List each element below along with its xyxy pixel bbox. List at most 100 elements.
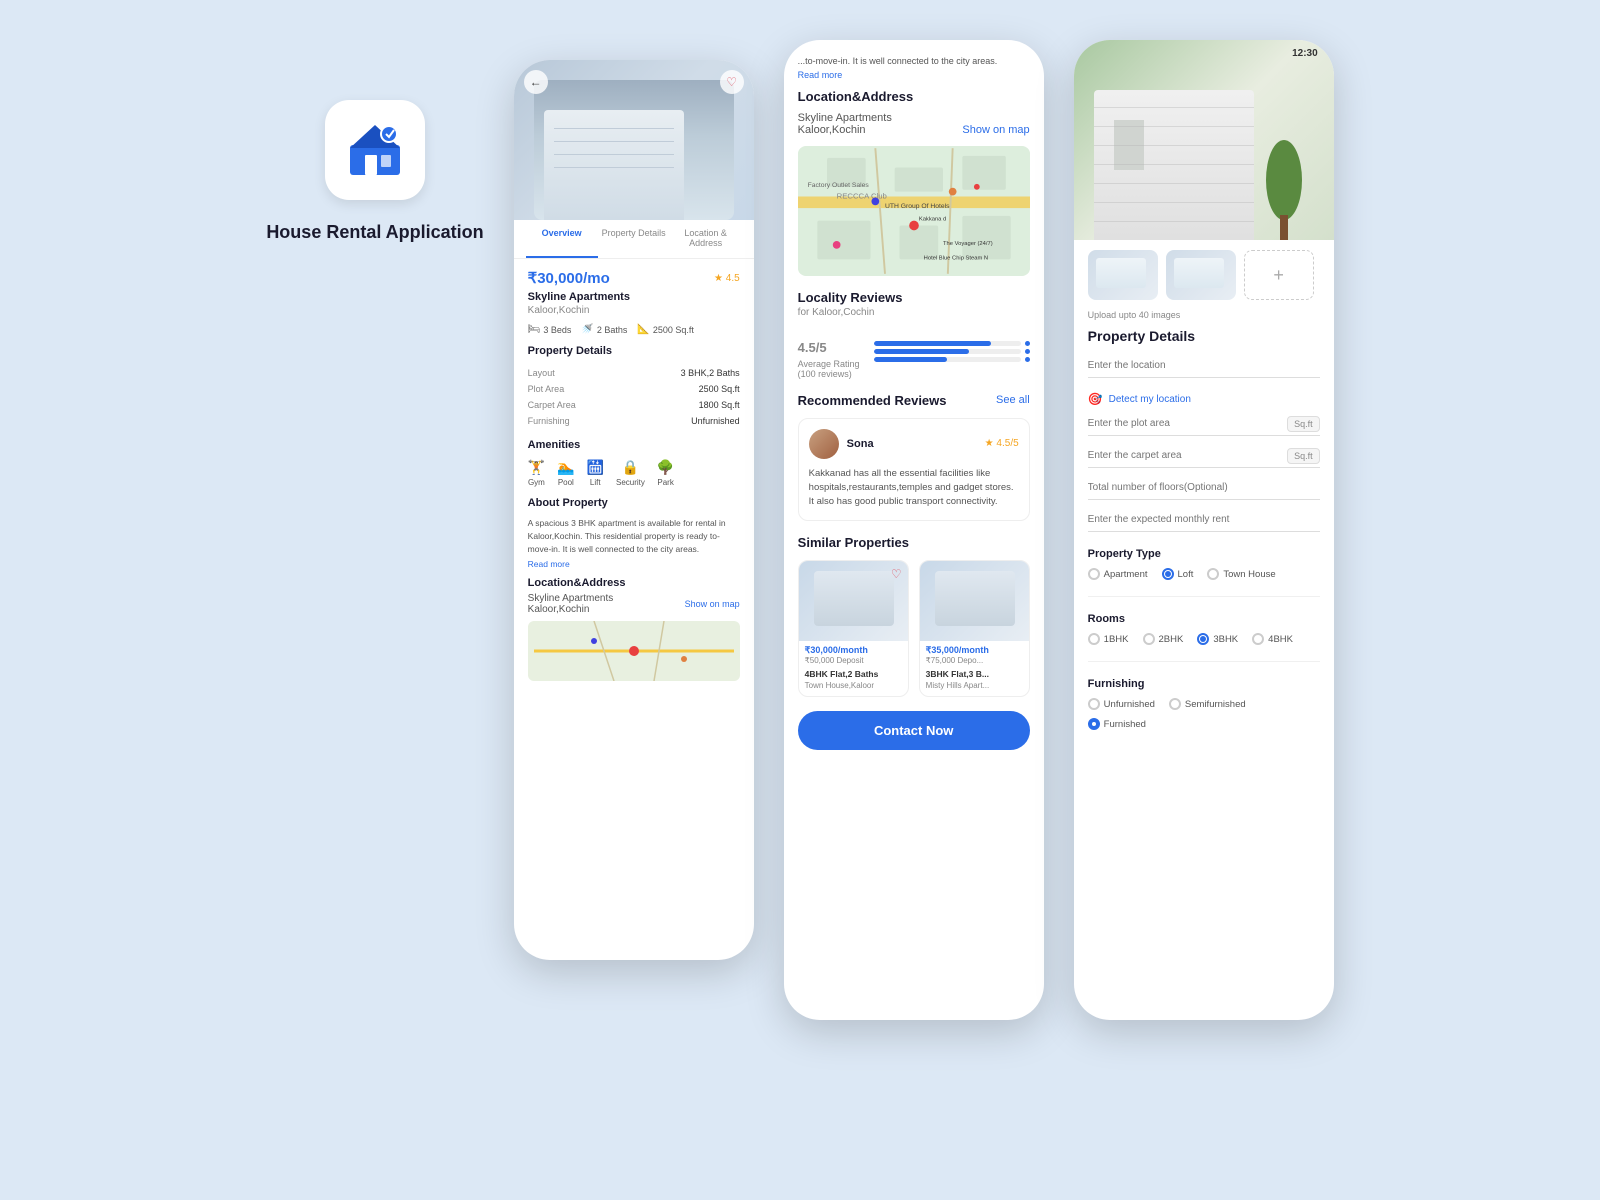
type-apartment-radio[interactable] [1088,568,1100,580]
see-all-link[interactable]: See all [996,394,1030,406]
room-3bhk[interactable]: 3BHK [1197,633,1238,645]
show-map-link[interactable]: Show on map [685,599,740,609]
divider-2 [1088,661,1320,662]
room-2bhk[interactable]: 2BHK [1143,633,1184,645]
similar-location-2: Misty Hills Apart... [920,681,1029,696]
svg-text:Factory Outlet Sales: Factory Outlet Sales [807,182,869,189]
furnish-semi[interactable]: Semifurnished [1169,698,1246,710]
reviewer-avatar [809,429,839,459]
amenity-lift: 🛗 Lift [587,459,604,487]
similar-card-1[interactable]: ♡ ₹30,000/month ₹50,000 Deposit 4BHK Fla… [798,560,909,697]
favorite-button[interactable]: ♡ [720,70,744,94]
recommended-title: Recommended Reviews [798,393,947,408]
amenity-pool: 🏊 Pool [557,459,574,487]
amenities-row: 🏋️ Gym 🏊 Pool 🛗 Lift 🔒 Security 🌳 Park [528,459,740,487]
furnish-semi-radio[interactable] [1169,698,1181,710]
type-townhouse[interactable]: Town House [1207,568,1275,580]
room-2bhk-radio[interactable] [1143,633,1155,645]
detect-location-row[interactable]: 🎯 Detect my location [1074,386,1334,412]
room-1bhk[interactable]: 1BHK [1088,633,1129,645]
carpet-area-field[interactable]: Sq.ft [1088,444,1320,468]
property-location: Kaloor,Kochin [528,305,740,316]
scroll-top-text: ...to-move-in. It is well connected to t… [798,54,1030,83]
tab-location[interactable]: Location & Address [670,220,742,258]
svg-text:The Voyager (24/7): The Voyager (24/7) [943,241,993,247]
thumb-1[interactable] [1088,250,1158,300]
similar-deposit-1: ₹50,000 Deposit [799,656,908,669]
location-field[interactable] [1088,354,1320,378]
location-name: Skyline Apartments [528,593,614,604]
detail-layout: Layout 3 BHK,2 Baths [528,365,740,381]
about-text: A spacious 3 BHK apartment is available … [528,517,740,555]
thumb-2[interactable] [1166,250,1236,300]
location-input[interactable] [1088,354,1320,378]
address-row: Skyline Apartments Kaloor,Kochin Show on… [798,112,1030,136]
furnish-unfurnished[interactable]: Unfurnished [1088,698,1155,710]
tab-bar: Overview Property Details Location & Add… [514,220,754,259]
type-townhouse-radio[interactable] [1207,568,1219,580]
property-rating: ★ 4.5 [714,273,740,284]
furnish-unfurnished-radio[interactable] [1088,698,1100,710]
review-text: Kakkanad has all the essential facilitie… [809,467,1019,510]
add-image-button[interactable]: + [1244,250,1314,300]
carpet-area-input[interactable] [1088,444,1320,468]
contact-now-button[interactable]: Contact Now [798,711,1030,750]
amenity-gym: 🏋️ Gym [528,459,545,487]
similar-heart-1[interactable]: ♡ [891,567,902,581]
room-3bhk-radio[interactable] [1197,633,1209,645]
floors-field[interactable] [1088,476,1320,500]
room-1bhk-radio[interactable] [1088,633,1100,645]
amenity-park: 🌳 Park [657,459,674,487]
type-loft-radio[interactable] [1162,568,1174,580]
floors-input[interactable] [1088,476,1320,500]
similar-card-2[interactable]: ₹35,000/month ₹75,000 Depo... 3BHK Flat,… [919,560,1030,697]
plot-area-input[interactable] [1088,412,1320,436]
upload-label: Upload upto 40 images [1074,310,1334,328]
rent-input[interactable] [1088,508,1320,532]
phone3-mockup: 12:30 + Upload upto 40 images Property D… [1074,40,1334,1020]
furnishing-group-2: Furnished [1088,718,1320,730]
avg-label: Average Rating [798,359,860,369]
room-4bhk-radio[interactable] [1252,633,1264,645]
review-card: Sona ★ 4.5/5 Kakkanad has all the essent… [798,418,1030,521]
back-button[interactable]: ← [524,70,548,94]
amenities-title: Amenities [528,439,740,451]
property-details-table: Layout 3 BHK,2 Baths Plot Area 2500 Sq.f… [528,365,740,429]
phone2-mockup: ...to-move-in. It is well connected to t… [784,40,1044,1020]
baths-stat: 🚿 2 Baths [581,324,627,335]
furnish-semi-label: Semifurnished [1185,699,1246,710]
read-more-link[interactable]: Read more [528,559,740,569]
furnish-furnished-radio[interactable] [1088,718,1100,730]
tab-overview[interactable]: Overview [526,220,598,258]
type-loft[interactable]: Loft [1162,568,1194,580]
rating-section: 4.5/5 Average Rating (100 reviews) [798,328,1030,379]
type-apartment[interactable]: Apartment [1088,568,1148,580]
furnish-furnished[interactable]: Furnished [1088,718,1146,730]
plot-unit-select[interactable]: Sq.ft [1287,416,1320,432]
similar-deposit-2: ₹75,000 Depo... [920,656,1029,669]
similar-price-2: ₹35,000/month [920,641,1029,656]
reviewer-rating: ★ 4.5/5 [985,438,1019,449]
room-4bhk[interactable]: 4BHK [1252,633,1293,645]
property-details-title: Property Details [528,345,740,357]
phone1-mockup: ← ♡ Overview Property Details Location &… [514,60,754,960]
reviewer-row: Sona ★ 4.5/5 [809,429,1019,459]
property-type-title: Property Type [1088,548,1320,560]
beds-stat: 🛏 3 Beds [528,324,572,335]
property-type-section: Property Type Apartment Loft Town House [1074,540,1334,588]
similar-cards: ♡ ₹30,000/month ₹50,000 Deposit 4BHK Fla… [798,560,1030,697]
plot-area-field[interactable]: Sq.ft [1088,412,1320,436]
area-stat: 📐 2500 Sq.ft [637,324,694,335]
similar-type-1: 4BHK Flat,2 Baths [799,669,908,681]
image-thumbs: + [1074,240,1334,310]
carpet-area-row: Sq.ft [1088,444,1320,468]
divider-1 [1088,596,1320,597]
read-more-top[interactable]: Read more [798,70,843,80]
tab-property-details[interactable]: Property Details [598,220,670,258]
rent-field[interactable] [1088,508,1320,532]
left-panel: House Rental Application [266,40,483,245]
show-on-map[interactable]: Show on map [962,124,1029,136]
phone2-content: ...to-move-in. It is well connected to t… [784,40,1044,764]
carpet-unit-select[interactable]: Sq.ft [1287,448,1320,464]
detect-location-text: Detect my location [1109,394,1191,405]
